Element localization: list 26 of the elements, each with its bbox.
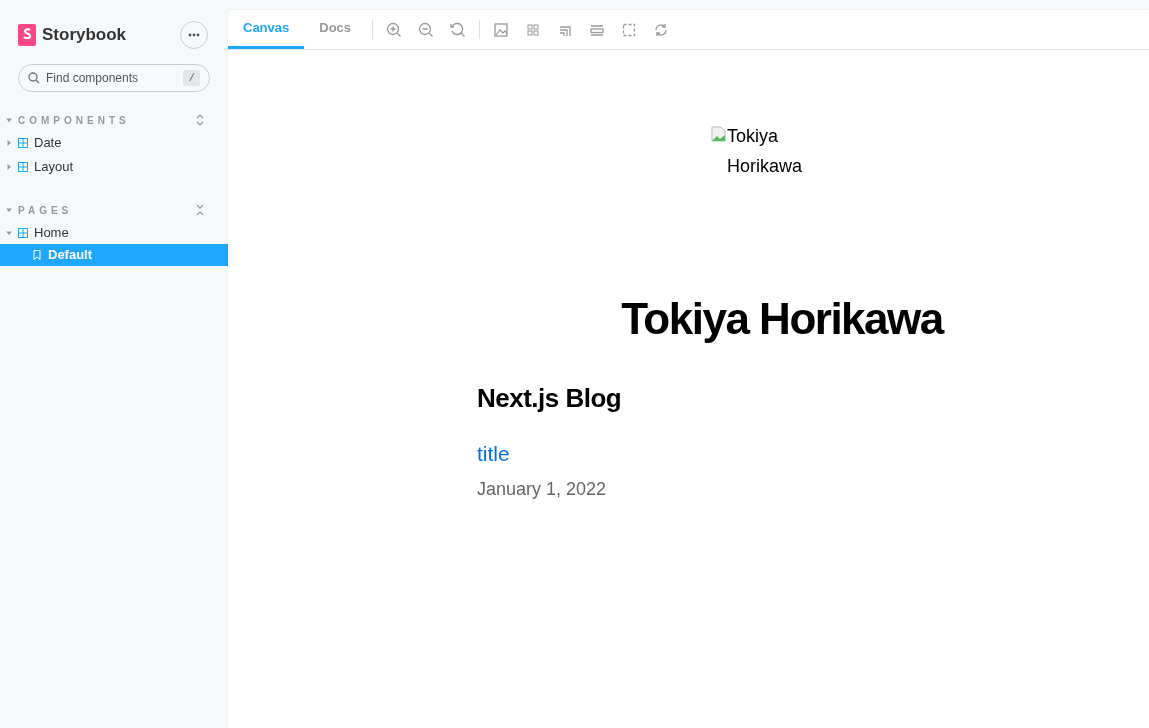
tree-item[interactable]: Home	[34, 223, 69, 243]
collapse-all-icon[interactable]	[196, 204, 204, 216]
component-icon	[18, 138, 28, 148]
tree-item[interactable]: Layout	[34, 157, 74, 177]
section-header[interactable]: COMPONENTS	[18, 112, 196, 128]
tree-item[interactable]: Date	[34, 133, 62, 153]
tab[interactable]: Canvas	[228, 10, 305, 49]
broken-image-icon	[711, 126, 727, 142]
post-title-link[interactable]: title	[477, 438, 510, 470]
storybook-logo-icon	[18, 24, 36, 46]
story-item[interactable]: Default	[0, 244, 228, 266]
brand-name: Storybook	[42, 24, 127, 47]
expand-all-icon[interactable]	[196, 114, 204, 126]
tab[interactable]: Docs	[304, 10, 367, 49]
component-icon	[18, 162, 28, 172]
section-header[interactable]: PAGES	[18, 202, 196, 218]
blog-heading: Next.js Blog	[477, 382, 622, 415]
page-heading: Tokiya Horikawa	[620, 293, 945, 345]
search-icon	[28, 72, 40, 84]
shortcut-key: /	[183, 70, 200, 86]
post-date: January 1, 2022	[477, 477, 607, 501]
component-icon	[18, 228, 28, 238]
search-input[interactable]: Find components	[46, 69, 178, 87]
broken-image-alt-text: Tokiya Horikawa	[727, 125, 804, 178]
bookmark-icon	[33, 250, 41, 260]
more-icon	[188, 33, 200, 37]
